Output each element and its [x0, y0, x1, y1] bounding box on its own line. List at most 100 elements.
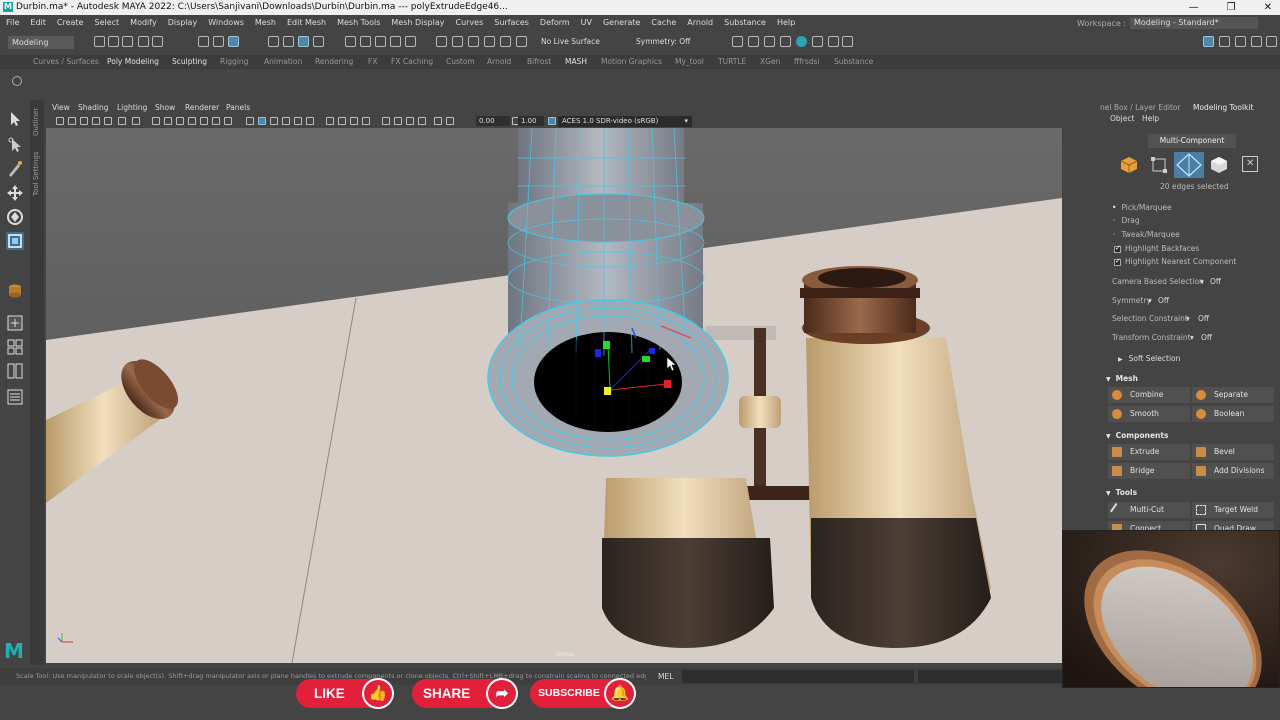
anti-aliasing-icon[interactable]: [350, 117, 358, 125]
outliner-layout-icon[interactable]: [6, 388, 24, 406]
outliner-tab[interactable]: Outliner: [32, 108, 40, 136]
target-weld-button[interactable]: Target Weld: [1192, 502, 1274, 518]
smooth-button[interactable]: Smooth: [1108, 406, 1190, 422]
exposure-icon[interactable]: [446, 117, 454, 125]
shelf-tab-rendering[interactable]: Rendering: [315, 57, 353, 66]
four-pane-layout-icon[interactable]: [6, 338, 24, 356]
symmetry-setting-value[interactable]: Off: [1158, 296, 1169, 305]
select-object-icon[interactable]: [213, 36, 224, 47]
textured-icon[interactable]: [282, 117, 290, 125]
extrude-button[interactable]: Extrude: [1108, 444, 1190, 460]
make-live-icon[interactable]: [360, 36, 371, 47]
shelf-tab-bifrost[interactable]: Bifrost: [527, 57, 551, 66]
gate-mask-icon[interactable]: [176, 117, 184, 125]
menu-cache[interactable]: Cache: [651, 18, 676, 27]
maximize-icon[interactable]: ❐: [1227, 0, 1236, 15]
motion-blur-icon[interactable]: [338, 117, 346, 125]
film-gate-icon[interactable]: [152, 117, 160, 125]
shelf-tab-my-tool[interactable]: My_tool: [675, 57, 704, 66]
wireframe-on-shaded-icon[interactable]: [270, 117, 278, 125]
panel-menu-view[interactable]: View: [52, 103, 70, 112]
magnet-icon[interactable]: [516, 36, 527, 47]
shadows-icon[interactable]: [306, 117, 314, 125]
shelf-tab-fffrsdsi[interactable]: fffrsdsi: [794, 57, 820, 66]
render-view-icon[interactable]: [732, 36, 743, 47]
menu-edit[interactable]: Edit: [30, 18, 46, 27]
shelf-tab-fx[interactable]: FX: [368, 57, 377, 66]
shelf-tab-fx-caching[interactable]: FX Caching: [391, 57, 433, 66]
menu-generate[interactable]: Generate: [603, 18, 640, 27]
snap-point-icon[interactable]: [313, 36, 324, 47]
workspace-dropdown[interactable]: Modeling - Standard*: [1130, 17, 1258, 29]
menu-uv[interactable]: UV: [581, 18, 592, 27]
last-tool-icon[interactable]: [6, 282, 24, 300]
undo-icon[interactable]: [138, 36, 149, 47]
xray-components-icon[interactable]: [418, 117, 426, 125]
viewport-persp[interactable]: persp: [46, 128, 1062, 663]
shelf-tab-substance[interactable]: Substance: [834, 57, 873, 66]
field-chart-icon[interactable]: [188, 117, 196, 125]
input-ops-icon[interactable]: [468, 36, 479, 47]
shelf-tab-sculpting[interactable]: Sculpting: [172, 57, 207, 66]
panel-menu-shading[interactable]: Shading: [78, 103, 108, 112]
tweak-marquee-option[interactable]: • Tweak/Marquee: [1112, 230, 1180, 239]
multi-cut-button[interactable]: Multi-Cut: [1108, 502, 1190, 518]
layout-outliner-icon[interactable]: [1235, 36, 1246, 47]
xray-icon[interactable]: [394, 117, 402, 125]
move-tool-icon[interactable]: [6, 184, 24, 202]
boolean-button[interactable]: Boolean: [1192, 406, 1274, 422]
bevel-button[interactable]: Bevel: [1192, 444, 1274, 460]
modeling-toolkit-tab[interactable]: Modeling Toolkit: [1193, 103, 1253, 112]
safe-title-icon[interactable]: [212, 117, 220, 125]
chevron-down-icon[interactable]: ▾: [1190, 333, 1194, 342]
tool-settings-tab[interactable]: Tool Settings: [32, 151, 40, 196]
command-line-input[interactable]: [682, 670, 914, 683]
menu-create[interactable]: Create: [57, 18, 84, 27]
isolate-select-icon[interactable]: [382, 117, 390, 125]
new-scene-icon[interactable]: [94, 36, 105, 47]
wireframe-icon[interactable]: [246, 117, 254, 125]
shelf-tab-motion-graphics[interactable]: Motion Graphics: [601, 57, 662, 66]
menu-modify[interactable]: Modify: [130, 18, 157, 27]
chevron-down-icon[interactable]: ▾: [1186, 314, 1190, 323]
mesh-section-header[interactable]: Mesh: [1106, 374, 1138, 383]
menu-display[interactable]: Display: [168, 18, 198, 27]
layout-graph-icon[interactable]: [1251, 36, 1262, 47]
use-all-lights-icon[interactable]: [294, 117, 302, 125]
menu-mesh-display[interactable]: Mesh Display: [391, 18, 444, 27]
layout-single-icon[interactable]: [1203, 36, 1214, 47]
menu-set-dropdown[interactable]: Modeling: [8, 36, 74, 49]
camera-sync-icon[interactable]: [434, 117, 442, 125]
soft-selection-toggle[interactable]: ▶ Soft Selection: [1118, 354, 1180, 363]
snap-edge-icon[interactable]: [298, 36, 309, 47]
ipr-render-icon[interactable]: [764, 36, 775, 47]
depth-of-field-icon[interactable]: [362, 117, 370, 125]
shelf-settings-icon[interactable]: [12, 76, 22, 86]
grid-icon[interactable]: [132, 117, 140, 125]
history-icon[interactable]: [436, 36, 447, 47]
shelf-tab-turtle[interactable]: TURTLE: [718, 57, 746, 66]
chevron-down-icon[interactable]: ▾: [1200, 277, 1204, 286]
snap-curve-icon[interactable]: [283, 36, 294, 47]
object-mode-icon[interactable]: [1120, 156, 1138, 174]
gamma-field[interactable]: 1.00: [518, 116, 544, 126]
menu-surfaces[interactable]: Surfaces: [494, 18, 529, 27]
screen-space-ao-icon[interactable]: [326, 117, 334, 125]
add-divisions-button[interactable]: Add Divisions: [1192, 463, 1274, 479]
menu-substance[interactable]: Substance: [724, 18, 766, 27]
camera-select-icon[interactable]: [56, 117, 64, 125]
panel-menu-show[interactable]: Show: [155, 103, 175, 112]
camera-attr-icon[interactable]: [68, 117, 76, 125]
grease-pencil-icon[interactable]: [118, 117, 126, 125]
pin-icon[interactable]: [405, 36, 416, 47]
two-pane-layout-icon[interactable]: [6, 362, 24, 380]
edge-mode-icon[interactable]: [1174, 152, 1204, 178]
layout-custom-icon[interactable]: [1266, 36, 1277, 47]
close-icon[interactable]: ✕: [1264, 0, 1272, 15]
selection-constraint-value[interactable]: Off: [1198, 314, 1209, 323]
pick-marquee-option[interactable]: • Pick/Marquee: [1112, 203, 1172, 212]
panel-menu-panels[interactable]: Panels: [226, 103, 250, 112]
select-hierarchy-icon[interactable]: [198, 36, 209, 47]
color-management-icon[interactable]: [548, 117, 556, 125]
select-component-icon[interactable]: [228, 36, 239, 47]
